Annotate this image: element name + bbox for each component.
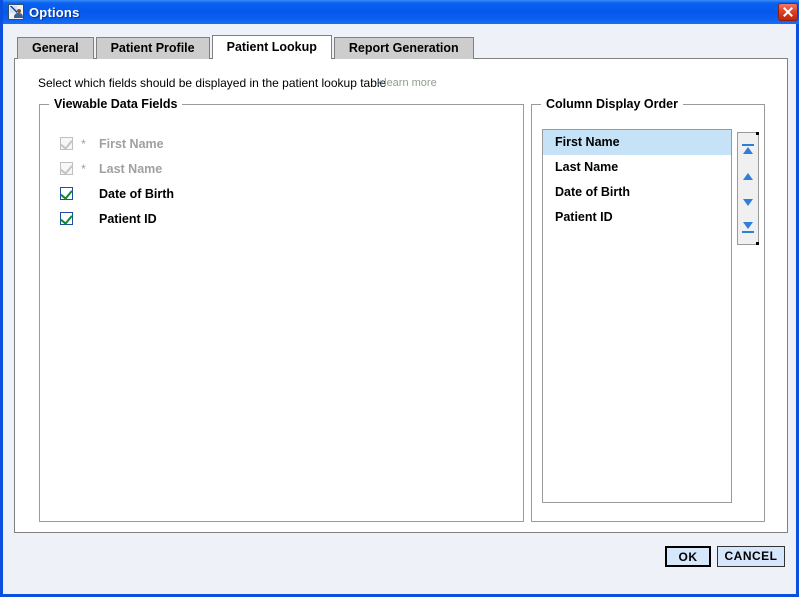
ok-button[interactable]: OK xyxy=(665,546,711,567)
checkmark-icon xyxy=(60,212,73,225)
checkbox-row-date-of-birth[interactable]: Date of Birth xyxy=(60,181,174,206)
triangle-down-glyph xyxy=(743,222,753,229)
instruction-text: Select which fields should be displayed … xyxy=(38,76,387,90)
viewable-fields-checkbox-list: * First Name * Last Name Date of Birth P… xyxy=(60,131,174,231)
column-order-button-strip xyxy=(737,132,759,245)
move-up-button[interactable] xyxy=(738,164,758,188)
corner-dot xyxy=(756,242,759,245)
checkmark-icon xyxy=(60,162,73,175)
double-chevron-right-icon: » xyxy=(377,77,383,89)
person-body-glyph xyxy=(14,13,23,18)
title-bar: Options xyxy=(3,0,799,24)
column-display-order-group: Column Display Order First Name Last Nam… xyxy=(531,97,765,522)
close-icon[interactable] xyxy=(778,3,798,21)
triangle-up-glyph xyxy=(743,147,753,154)
checkbox-label-date-of-birth: Date of Birth xyxy=(99,186,174,201)
viewable-data-fields-legend: Viewable Data Fields xyxy=(49,97,183,111)
checkbox-row-last-name: * Last Name xyxy=(60,156,174,181)
required-marker-last-name: * xyxy=(81,161,86,176)
triangle-up-bar-icon xyxy=(742,144,754,146)
tab-general[interactable]: General xyxy=(17,37,94,59)
checkbox-label-patient-id: Patient ID xyxy=(99,211,157,226)
checkmark-icon xyxy=(60,137,73,150)
triangle-down-icon xyxy=(743,199,753,206)
learn-more-link[interactable]: » learn more xyxy=(377,77,437,89)
list-item[interactable]: Patient ID xyxy=(543,205,731,230)
move-to-bottom-button[interactable] xyxy=(738,216,758,240)
checkmark-icon xyxy=(60,187,73,200)
triangle-down-bar-icon xyxy=(742,231,754,233)
list-item[interactable]: Last Name xyxy=(543,155,731,180)
triangle-up-icon xyxy=(743,173,753,180)
checkbox-date-of-birth[interactable] xyxy=(60,187,73,200)
corner-dot xyxy=(756,132,759,135)
checkbox-last-name xyxy=(60,162,73,175)
move-to-top-button[interactable] xyxy=(738,137,758,161)
tab-page-patient-lookup: Select which fields should be displayed … xyxy=(14,58,788,533)
checkbox-label-first-name: First Name xyxy=(99,136,164,151)
cancel-button[interactable]: CANCEL xyxy=(717,546,785,567)
dialog-footer: OK CANCEL xyxy=(3,536,796,594)
window-title: Options xyxy=(29,4,80,20)
checkbox-row-first-name: * First Name xyxy=(60,131,174,156)
checkbox-row-patient-id[interactable]: Patient ID xyxy=(60,206,174,231)
chart-glyph xyxy=(10,6,17,13)
checkbox-first-name xyxy=(60,137,73,150)
column-order-listbox[interactable]: First Name Last Name Date of Birth Patie… xyxy=(542,129,732,503)
move-down-button[interactable] xyxy=(738,190,758,214)
tab-strip: General Patient Profile Patient Lookup R… xyxy=(17,35,476,59)
list-item[interactable]: Date of Birth xyxy=(543,180,731,205)
checkbox-label-last-name: Last Name xyxy=(99,161,163,176)
learn-more-label: learn more xyxy=(384,77,437,89)
viewable-data-fields-group: Viewable Data Fields * First Name * Last… xyxy=(39,97,524,522)
tab-patient-lookup[interactable]: Patient Lookup xyxy=(211,35,332,59)
list-item[interactable]: First Name xyxy=(543,130,731,155)
tab-patient-profile[interactable]: Patient Profile xyxy=(95,37,210,59)
tab-report-generation[interactable]: Report Generation xyxy=(333,37,474,59)
required-marker-first-name: * xyxy=(81,136,86,151)
chart-person-icon xyxy=(8,4,24,20)
options-dialog-window: Options General Patient Profile Patient … xyxy=(0,0,799,597)
column-display-order-legend: Column Display Order xyxy=(541,97,683,111)
checkbox-patient-id[interactable] xyxy=(60,212,73,225)
